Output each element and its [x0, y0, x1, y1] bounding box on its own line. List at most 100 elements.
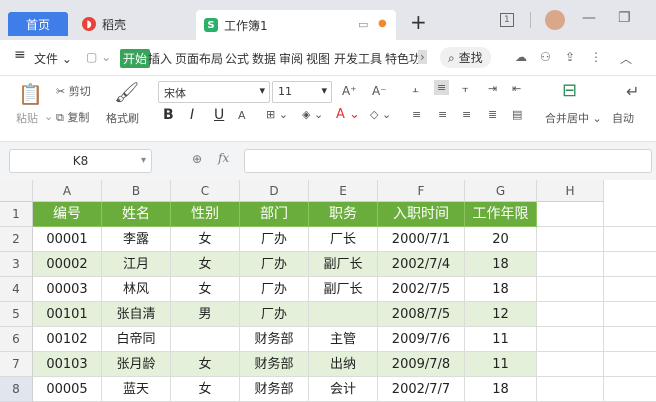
select-all-corner[interactable]: [0, 180, 33, 202]
table-cell[interactable]: 00103: [33, 352, 102, 377]
font-size-select[interactable]: 11 ▾: [272, 81, 332, 103]
paste-dropdown-icon[interactable]: ⌄: [44, 110, 53, 123]
underline-button[interactable]: U: [214, 107, 224, 123]
distributed-icon[interactable]: ▤: [512, 108, 522, 121]
tab-review[interactable]: 审阅: [279, 50, 303, 67]
header-cell[interactable]: 职务: [309, 202, 378, 227]
table-cell[interactable]: 副厂长: [309, 252, 378, 277]
empty-cell[interactable]: [537, 277, 604, 302]
align-middle-icon[interactable]: ≡: [434, 80, 450, 95]
table-cell[interactable]: 00002: [33, 252, 102, 277]
tab-start[interactable]: 开始: [120, 49, 151, 68]
table-cell[interactable]: 女: [171, 377, 240, 402]
table-cell[interactable]: 2000/7/1: [378, 227, 465, 252]
more-icon[interactable]: ⋮: [590, 50, 602, 64]
empty-cell[interactable]: [604, 252, 656, 277]
empty-cell[interactable]: [537, 202, 604, 227]
table-cell[interactable]: 女: [171, 277, 240, 302]
font-name-select[interactable]: 宋体 ▾: [158, 81, 270, 103]
table-cell[interactable]: 女: [171, 252, 240, 277]
column-header-h[interactable]: H: [537, 180, 604, 202]
hamburger-menu-icon[interactable]: ≡: [14, 47, 26, 63]
row-header-6[interactable]: 6: [0, 327, 33, 352]
share-icon[interactable]: ⇪: [565, 50, 575, 64]
restore-icon[interactable]: ❐: [618, 10, 631, 26]
table-cell[interactable]: 2002/7/7: [378, 377, 465, 402]
auto-wrap-button[interactable]: 自动: [612, 110, 634, 126]
format-painter-button[interactable]: 格式刷: [106, 110, 139, 126]
name-box[interactable]: K8 ▾: [9, 149, 152, 173]
collab-icon[interactable]: ⚇: [540, 50, 551, 64]
column-header-g[interactable]: G: [465, 180, 537, 202]
table-cell[interactable]: 00001: [33, 227, 102, 252]
auto-wrap-icon[interactable]: ↵: [626, 82, 639, 101]
tab-formula[interactable]: 公式: [225, 50, 249, 67]
table-cell[interactable]: 白帝同: [102, 327, 171, 352]
table-cell[interactable]: 张月龄: [102, 352, 171, 377]
empty-cell[interactable]: [537, 352, 604, 377]
column-header-d[interactable]: D: [240, 180, 309, 202]
empty-cell[interactable]: [604, 302, 656, 327]
table-cell[interactable]: 副厂长: [309, 277, 378, 302]
header-cell[interactable]: 工作年限: [465, 202, 537, 227]
align-left-icon[interactable]: ≡: [412, 108, 421, 121]
table-cell[interactable]: 18: [465, 377, 537, 402]
table-cell[interactable]: 00005: [33, 377, 102, 402]
tab-features[interactable]: 特色功: [385, 50, 421, 67]
zoom-icon[interactable]: ⊕: [192, 152, 202, 166]
table-cell[interactable]: 财务部: [240, 327, 309, 352]
table-cell[interactable]: 18: [465, 277, 537, 302]
table-cell[interactable]: 2009/7/6: [378, 327, 465, 352]
row-header-8[interactable]: 8: [0, 377, 33, 402]
empty-cell[interactable]: [604, 377, 656, 402]
tab-page-layout[interactable]: 页面布局: [175, 50, 223, 67]
empty-cell[interactable]: [537, 302, 604, 327]
table-cell[interactable]: 20: [465, 227, 537, 252]
indent-icon[interactable]: ⇥: [488, 82, 497, 95]
align-right-icon[interactable]: ≡: [462, 108, 471, 121]
table-cell[interactable]: 11: [465, 352, 537, 377]
table-cell[interactable]: 主管: [309, 327, 378, 352]
empty-cell[interactable]: [537, 227, 604, 252]
table-cell[interactable]: 12: [465, 302, 537, 327]
merge-center-button[interactable]: 合并居中 ⌄: [545, 110, 602, 126]
table-cell[interactable]: 00102: [33, 327, 102, 352]
strikethrough-icon[interactable]: A: [238, 109, 246, 122]
empty-cell[interactable]: [604, 352, 656, 377]
minimize-icon[interactable]: —: [582, 10, 596, 26]
increase-font-icon[interactable]: A⁺: [342, 84, 357, 98]
tab-insert[interactable]: 插入: [148, 50, 172, 67]
table-cell[interactable]: 男: [171, 302, 240, 327]
header-cell[interactable]: 编号: [33, 202, 102, 227]
header-cell[interactable]: 姓名: [102, 202, 171, 227]
tab-developer[interactable]: 开发工具: [334, 50, 382, 67]
tab-data[interactable]: 数据: [252, 50, 276, 67]
tab-home[interactable]: 首页: [8, 12, 68, 36]
table-cell[interactable]: 11: [465, 327, 537, 352]
empty-cell[interactable]: [537, 377, 604, 402]
row-header-3[interactable]: 3: [0, 252, 33, 277]
column-header-f[interactable]: F: [378, 180, 465, 202]
align-top-icon[interactable]: ⫠: [412, 82, 419, 96]
tab-view[interactable]: 视图: [306, 50, 330, 67]
table-cell[interactable]: 张自清: [102, 302, 171, 327]
empty-cell[interactable]: [537, 327, 604, 352]
table-cell[interactable]: 出纳: [309, 352, 378, 377]
row-header-7[interactable]: 7: [0, 352, 33, 377]
window-count-badge[interactable]: 1: [500, 13, 514, 27]
row-header-5[interactable]: 5: [0, 302, 33, 327]
table-cell[interactable]: 江月: [102, 252, 171, 277]
table-cell[interactable]: 厂办: [240, 277, 309, 302]
table-cell[interactable]: 女: [171, 227, 240, 252]
table-cell[interactable]: 厂长: [309, 227, 378, 252]
empty-cell[interactable]: [604, 227, 656, 252]
outdent-icon[interactable]: ⇤: [512, 82, 521, 95]
column-header-c[interactable]: C: [171, 180, 240, 202]
tab-workbook[interactable]: S 工作簿1 ▭ ●: [196, 10, 396, 40]
paste-button[interactable]: 粘贴: [16, 110, 38, 126]
table-cell[interactable]: 00003: [33, 277, 102, 302]
copy-button[interactable]: ⧉ 复制: [56, 109, 89, 125]
collapse-ribbon-icon[interactable]: ︿: [620, 50, 632, 67]
undo-dropdown-icon[interactable]: ▢ ⌄: [86, 50, 111, 64]
column-header-b[interactable]: B: [102, 180, 171, 202]
